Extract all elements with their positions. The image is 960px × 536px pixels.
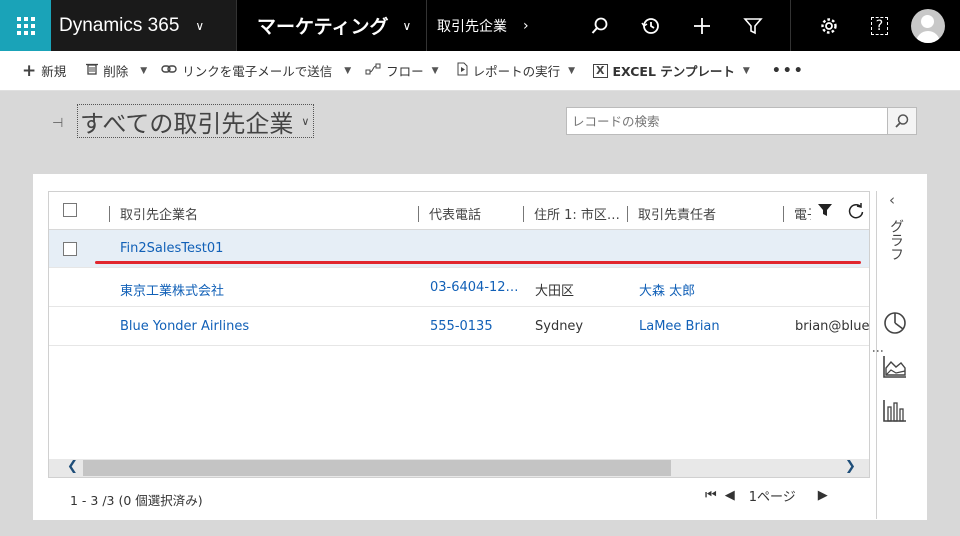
contact-link[interactable]: 大森 太郎 bbox=[639, 280, 695, 299]
table-row[interactable]: Blue Yonder Airlines 555-0135 Sydney LaM… bbox=[49, 308, 870, 346]
horizontal-scrollbar[interactable]: ❮ ❯ bbox=[49, 459, 869, 477]
account-name-link[interactable]: Fin2SalesTest01 bbox=[120, 241, 223, 256]
chevron-down-icon: ∨ bbox=[195, 18, 205, 33]
highlight-underline bbox=[95, 261, 861, 264]
scrollbar-thumb[interactable] bbox=[83, 460, 671, 476]
grid-tools bbox=[811, 202, 865, 224]
column-header-phone[interactable]: 代表電話 bbox=[418, 204, 518, 223]
excel-template-button[interactable]: X EXCEL テンプレート ▼ bbox=[593, 61, 750, 80]
brand-label: Dynamics 365 bbox=[59, 14, 180, 36]
email-cell: brian@bluey bbox=[795, 319, 870, 334]
nav-icons: ? bbox=[574, 0, 945, 51]
search-input[interactable] bbox=[566, 107, 888, 135]
delete-button[interactable]: 削除 bbox=[86, 61, 128, 80]
search-icon bbox=[895, 114, 909, 128]
excel-icon: X bbox=[593, 63, 608, 78]
grid-panel: 取引先企業名 代表電話 住所 1: 市区… 取引先責任者 電子 Fin2Sale… bbox=[33, 174, 927, 520]
chevron-down-icon: ∨ bbox=[301, 114, 310, 128]
chevron-down-icon: ▼ bbox=[431, 65, 439, 76]
bar-chart-icon[interactable] bbox=[881, 397, 909, 425]
city-cell: 大田区 bbox=[535, 284, 575, 299]
plus-icon: + bbox=[22, 60, 37, 81]
next-page-icon[interactable]: ▶ bbox=[818, 488, 828, 503]
page-label: 1ページ bbox=[748, 490, 796, 505]
chevron-down-icon[interactable]: ▼ bbox=[140, 66, 147, 76]
column-header-contact[interactable]: 取引先責任者 bbox=[627, 204, 777, 223]
breadcrumb[interactable]: 取引先企業 › bbox=[426, 0, 574, 51]
chart-side-pane: ‹ グラフ ⋮ bbox=[871, 191, 911, 519]
gear-icon[interactable] bbox=[803, 0, 854, 51]
new-button[interactable]: + 新規 bbox=[22, 61, 66, 81]
delete-label: 削除 bbox=[103, 64, 129, 79]
chevron-down-icon[interactable]: ▼ bbox=[344, 66, 351, 76]
app-launcher-button[interactable] bbox=[0, 0, 51, 51]
avatar[interactable] bbox=[911, 8, 945, 43]
column-header-name[interactable]: 取引先企業名 bbox=[109, 204, 409, 223]
module-switcher[interactable]: マーケティング ∨ bbox=[236, 0, 426, 51]
chevron-down-icon: ▼ bbox=[742, 65, 750, 76]
area-chart-icon[interactable] bbox=[881, 353, 909, 381]
breadcrumb-label: 取引先企業 bbox=[437, 18, 507, 35]
phone-link[interactable]: 555-0135 bbox=[430, 319, 493, 334]
run-report-label: レポートの実行 bbox=[472, 64, 561, 79]
row-checkbox[interactable] bbox=[63, 242, 77, 256]
trash-icon bbox=[86, 62, 99, 79]
records-grid: 取引先企業名 代表電話 住所 1: 市区… 取引先責任者 電子 Fin2Sale… bbox=[48, 191, 870, 478]
help-icon[interactable]: ? bbox=[854, 0, 905, 51]
first-page-icon[interactable]: ⏮ bbox=[705, 488, 717, 503]
history-icon[interactable] bbox=[625, 0, 676, 51]
scroll-left-icon[interactable]: ❮ bbox=[67, 459, 78, 474]
search-icon[interactable] bbox=[574, 0, 625, 51]
prev-page-icon[interactable]: ◀ bbox=[725, 488, 735, 503]
scroll-right-icon[interactable]: ❯ bbox=[845, 459, 856, 474]
chevron-down-icon: ∨ bbox=[402, 18, 412, 33]
report-icon bbox=[457, 62, 468, 80]
pin-icon[interactable]: ⊣ bbox=[52, 116, 63, 131]
plus-icon[interactable] bbox=[676, 0, 727, 51]
record-search bbox=[566, 107, 917, 135]
chevron-down-icon: ▼ bbox=[568, 65, 576, 76]
chevron-left-icon[interactable]: ‹ bbox=[889, 191, 895, 209]
select-all-checkbox[interactable] bbox=[63, 203, 77, 217]
nav-divider bbox=[790, 0, 791, 51]
new-label: 新規 bbox=[41, 64, 67, 79]
waffle-icon bbox=[16, 16, 35, 35]
search-button[interactable] bbox=[888, 107, 917, 135]
record-count: 1 - 3 /3 (0 個選択済み) bbox=[70, 493, 203, 508]
view-title: すべての取引先企業 bbox=[80, 109, 294, 138]
filter-icon[interactable] bbox=[817, 202, 833, 224]
phone-link[interactable]: 03-6404-12… bbox=[430, 280, 524, 295]
module-label: マーケティング bbox=[257, 16, 389, 38]
flow-button[interactable]: フロー ▼ bbox=[365, 61, 439, 80]
email-link-label: リンクを電子メールで送信 bbox=[182, 64, 333, 79]
chevron-right-icon: › bbox=[523, 17, 529, 34]
flow-icon bbox=[365, 63, 381, 79]
refresh-icon[interactable] bbox=[847, 202, 865, 224]
more-commands-button[interactable]: ••• bbox=[772, 63, 805, 79]
account-name-link[interactable]: 東京工業株式会社 bbox=[120, 280, 224, 299]
excel-template-label: EXCEL テンプレート bbox=[612, 64, 735, 79]
email-link-button[interactable]: リンクを電子メールで送信 bbox=[161, 61, 332, 80]
brand-switcher[interactable]: Dynamics 365 ∨ bbox=[51, 0, 236, 51]
link-icon bbox=[161, 63, 177, 78]
contact-link[interactable]: LaMee Brian bbox=[639, 319, 720, 334]
table-row[interactable]: 東京工業株式会社 03-6404-12… 大田区 大森 太郎 bbox=[49, 269, 869, 307]
run-report-button[interactable]: レポートの実行 ▼ bbox=[457, 61, 575, 80]
view-selector[interactable]: すべての取引先企業 ∨ bbox=[77, 104, 315, 138]
chart-pane-label: グラフ bbox=[888, 219, 904, 261]
city-cell: Sydney bbox=[535, 319, 584, 334]
column-header-city[interactable]: 住所 1: 市区… bbox=[523, 204, 623, 223]
pager: ⏮ ◀ 1ページ ▶ bbox=[705, 486, 836, 505]
top-nav-bar: Dynamics 365 ∨ マーケティング ∨ 取引先企業 › ? bbox=[0, 0, 960, 51]
account-name-link[interactable]: Blue Yonder Airlines bbox=[120, 319, 249, 334]
resize-handle[interactable]: ⋮ bbox=[871, 345, 885, 357]
command-bar: + 新規 削除 ▼ リンクを電子メールで送信 ▼ フロー ▼ レポートの実行 ▼… bbox=[0, 51, 960, 91]
pie-chart-icon[interactable] bbox=[881, 309, 909, 337]
grid-header: 取引先企業名 代表電話 住所 1: 市区… 取引先責任者 電子 bbox=[49, 192, 869, 230]
flow-label: フロー bbox=[386, 64, 424, 79]
filter-icon[interactable] bbox=[727, 0, 778, 51]
